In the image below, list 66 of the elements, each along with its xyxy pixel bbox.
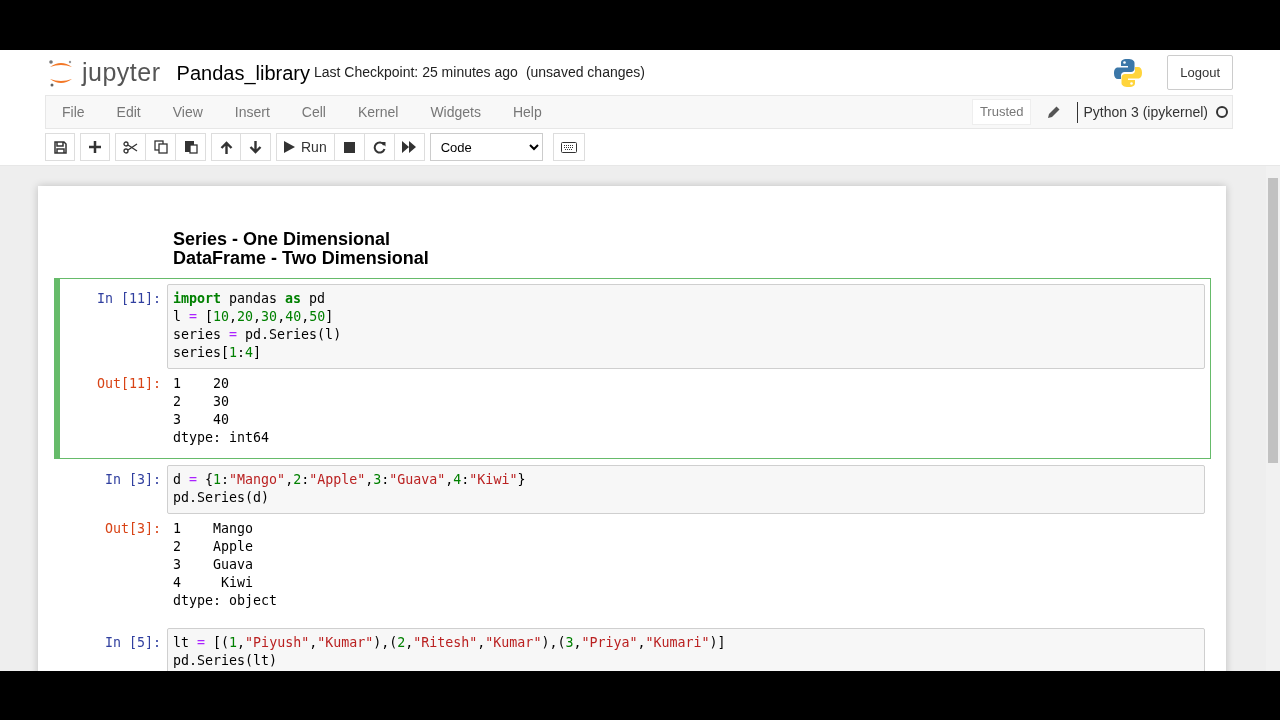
move-down-button[interactable] xyxy=(241,133,271,161)
paste-icon xyxy=(183,140,198,154)
refresh-icon xyxy=(372,140,386,154)
logout-button[interactable]: Logout xyxy=(1167,54,1233,91)
keyboard-button[interactable] xyxy=(552,133,585,161)
menu-item[interactable]: Cell xyxy=(285,101,342,123)
output-line: 4 Kiwi xyxy=(173,574,255,592)
notebook-cell[interactable]: In [3]: d = {1:"Mango",2:"Apple",3:"Guava",4:"Kiwi"} pd.Series(d) Out[3]: 1 Mango 2 Apple 3 Guava 4 Kiwi dtype: object xyxy=(54,459,1211,622)
scissors-icon xyxy=(123,140,138,154)
markdown-heading: DataFrame - Two Dimensional xyxy=(173,249,430,268)
output-prompt: Out[3]: xyxy=(103,520,162,538)
checkpoint-text: Last Checkpoint: 25 minutes ago xyxy=(313,63,518,82)
menu-item[interactable]: Insert xyxy=(218,101,286,123)
cell-type-select[interactable]: Code xyxy=(429,133,543,161)
fast-forward-icon xyxy=(402,141,417,153)
logo-text: jupyter xyxy=(82,60,161,85)
paste-button[interactable] xyxy=(176,133,206,161)
code-editor[interactable]: d = {1:"Mango",2:"Apple",3:"Guava",4:"Kiwi"} pd.Series(d) xyxy=(167,465,1205,514)
copy-icon xyxy=(153,140,168,154)
input-prompt: In [5]: xyxy=(103,634,162,652)
pencil-icon[interactable] xyxy=(1047,105,1062,119)
output-line: 1 20 xyxy=(173,375,231,393)
output-line: 2 30 xyxy=(173,393,231,411)
run-button[interactable]: Run xyxy=(276,133,335,161)
output-line: 3 Guava xyxy=(173,556,255,574)
input-prompt: In [11]: xyxy=(95,290,162,308)
keyboard-icon xyxy=(560,141,577,153)
output-line: dtype: object xyxy=(173,592,279,610)
input-prompt: In [3]: xyxy=(103,471,162,489)
play-icon xyxy=(284,141,295,153)
add-cell-button[interactable] xyxy=(80,133,110,161)
unsaved-status: (unsaved changes) xyxy=(525,63,645,82)
menu-item[interactable]: Widgets xyxy=(414,101,497,123)
menu-item[interactable]: View xyxy=(156,101,219,123)
arrow-down-icon xyxy=(249,140,262,154)
output-line: 3 40 xyxy=(173,411,231,429)
menu-item[interactable]: Kernel xyxy=(341,101,415,123)
python-logo-icon xyxy=(1113,57,1144,88)
markdown-heading: Series - One Dimensional xyxy=(173,230,392,249)
fast-forward-button[interactable] xyxy=(394,133,425,161)
menu-item[interactable]: Help xyxy=(496,101,558,123)
copy-button[interactable] xyxy=(146,133,176,161)
cut-button[interactable] xyxy=(115,133,146,161)
menu-item[interactable]: File xyxy=(46,101,101,123)
stop-icon xyxy=(343,141,355,153)
output-line: dtype: int64 xyxy=(173,429,271,447)
output-line: 2 Apple xyxy=(173,538,255,556)
save-icon xyxy=(53,140,67,154)
trusted-indicator[interactable]: Trusted xyxy=(971,99,1032,125)
restart-button[interactable] xyxy=(364,133,395,161)
menu-item[interactable]: Edit xyxy=(100,101,157,123)
move-up-button[interactable] xyxy=(211,133,241,161)
code-editor[interactable]: import pandas as pd l = [10,20,30,40,50] series = pd.Series(l) series[1:4] xyxy=(167,284,1205,369)
stop-button[interactable] xyxy=(334,133,365,161)
save-button[interactable] xyxy=(45,133,75,161)
selected-cell[interactable]: In [11]: import pandas as pd l = [10,20,30,40,50] series = pd.Series(l) series[1:4] Out[11]: 1 20 2 30 3 40 dtype: int64 xyxy=(54,278,1211,459)
arrow-up-icon xyxy=(219,140,233,154)
code-editor[interactable]: lt = [(1,"Piyush","Kumar"),(2,"Ritesh","Kumar"),(3,"Priya","Kumari")] pd.Series(lt) xyxy=(167,628,1205,671)
notebook-cell[interactable]: Series - One Dimensional DataFrame - Two Dimensional xyxy=(54,224,1211,278)
jupyter-logo-icon xyxy=(48,57,74,88)
plus-icon xyxy=(89,141,101,153)
output-line: 1 Mango xyxy=(173,520,255,538)
output-prompt: Out[11]: xyxy=(95,375,162,393)
notebook-cell[interactable]: In [5]: lt = [(1,"Piyush","Kumar"),(2,"Ritesh","Kumar"),(3,"Priya","Kumari")] pd.Series(lt) xyxy=(54,622,1211,671)
kernel-name[interactable]: Python 3 (ipykernel) xyxy=(1077,101,1208,123)
notebook-title[interactable]: Pandas_library xyxy=(176,57,310,88)
